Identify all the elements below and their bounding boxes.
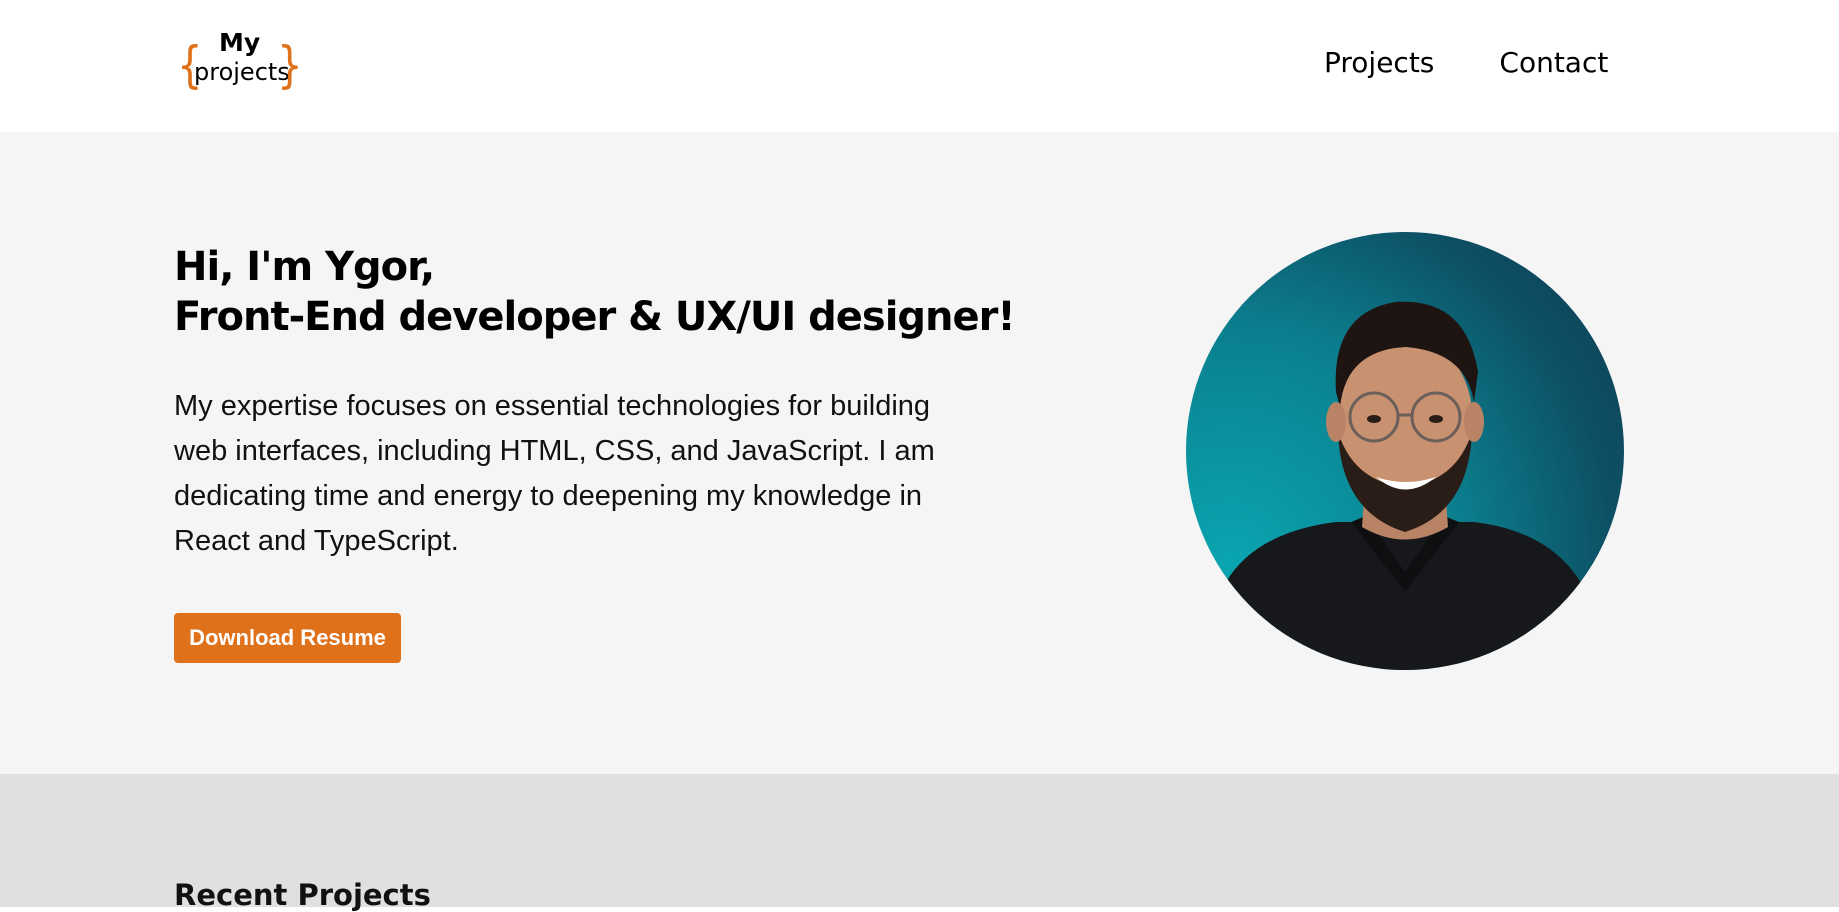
logo-text-my: My: [219, 28, 261, 57]
logo[interactable]: { My projects }: [174, 28, 306, 98]
profile-photo: [1186, 232, 1624, 670]
site-header: { My projects } Projects Contact: [0, 0, 1839, 132]
nav-link-projects[interactable]: Projects: [1324, 46, 1434, 79]
hero-headline-line1: Hi, I'm Ygor,: [174, 244, 435, 290]
hero-headline-line2: Front-End developer & UX/UI designer!: [174, 294, 1016, 340]
nav-link-contact[interactable]: Contact: [1499, 46, 1608, 79]
logo-text-projects: projects: [194, 58, 290, 86]
logo-brace-right: }: [277, 36, 303, 94]
profile-photo-illustration: [1206, 301, 1606, 670]
download-resume-button[interactable]: Download Resume: [174, 613, 401, 663]
hero-headline: Hi, I'm Ygor, Front-End developer & UX/U…: [174, 242, 1016, 342]
main-nav: Projects Contact: [1324, 46, 1608, 79]
recent-projects-section: Recent Projects: [0, 774, 1839, 912]
hero-section: Hi, I'm Ygor, Front-End developer & UX/U…: [0, 132, 1839, 774]
hero-intro: My expertise focuses on essential techno…: [174, 390, 935, 557]
